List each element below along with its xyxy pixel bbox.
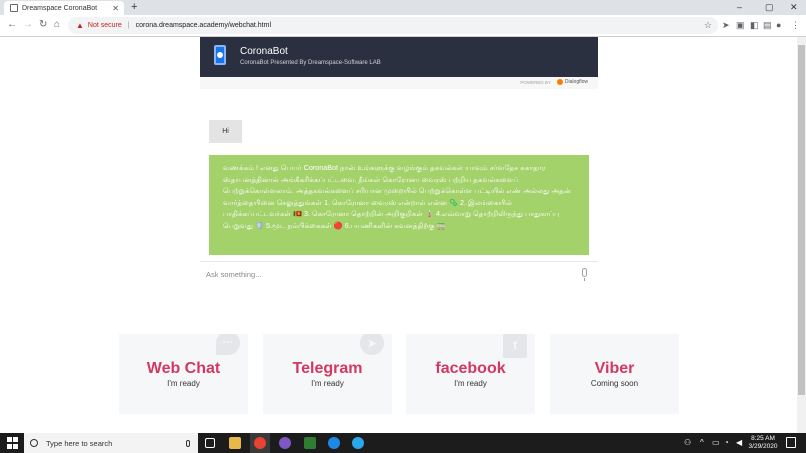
clock-time: 8:25 AM — [751, 435, 775, 442]
taskbar-search-placeholder: Type here to search — [46, 438, 113, 448]
browser-tab[interactable]: Dreamspace CoronaBot ✕ — [4, 1, 124, 15]
channel-card-facebook[interactable]: f facebook I'm ready — [406, 334, 535, 414]
scrollbar-thumb[interactable] — [798, 45, 805, 395]
channel-name: Telegram — [292, 360, 363, 377]
channel-status: Coming soon — [590, 379, 639, 388]
search-icon — [30, 439, 38, 447]
file-explorer-icon[interactable] — [229, 437, 241, 449]
facebook-icon: f — [503, 334, 527, 358]
windows-taskbar: Type here to search ⚇ ^ ▭ ◔ ◀ 8:25 AM 3/… — [0, 433, 806, 453]
extension-grid-icon[interactable]: ▣ — [736, 19, 745, 31]
volume-icon[interactable]: ◀ — [736, 438, 742, 448]
task-view-icon[interactable] — [205, 438, 215, 448]
people-icon[interactable]: ⚇ — [684, 438, 691, 448]
extension-arrow-icon[interactable]: ➤ — [722, 19, 730, 31]
extension-box-icon[interactable]: ◧ — [750, 19, 759, 31]
forward-arrow-icon[interactable]: → — [23, 19, 33, 31]
address-separator: | — [127, 22, 130, 29]
tray-chevron-icon[interactable]: ^ — [700, 438, 704, 448]
microphone-icon[interactable] — [582, 268, 587, 281]
browser-menu-icon[interactable]: ⋮ — [791, 19, 800, 31]
channel-name: Viber — [594, 360, 635, 377]
messenger-icon[interactable] — [279, 437, 291, 449]
close-tab-icon[interactable]: ✕ — [112, 4, 119, 13]
user-message: Hi — [209, 120, 242, 143]
channel-card-telegram[interactable]: ➤ Telegram I'm ready — [263, 334, 392, 414]
chat-bubble-icon: ··· — [216, 334, 240, 355]
powered-by-label: POWERED BY — [520, 79, 551, 85]
channel-name: facebook — [435, 360, 506, 377]
chat-input-row — [200, 261, 598, 285]
profile-avatar-icon[interactable]: ● — [776, 19, 781, 31]
home-icon[interactable]: ⌂ — [54, 19, 60, 31]
powered-by: POWERED BY Dialogflow — [520, 79, 588, 85]
browser-toolbar: ← → ↻ ⌂ ▲ Not secure | corona.dreamspace… — [0, 15, 806, 37]
address-bar[interactable]: ▲ Not secure | corona.dreamspace.academy… — [68, 17, 718, 34]
system-clock[interactable]: 8:25 AM 3/29/2020 — [748, 435, 778, 451]
url-text[interactable]: corona.dreamspace.academy/webchat.html — [136, 22, 271, 29]
back-arrow-icon[interactable]: ← — [7, 19, 17, 31]
telegram-icon[interactable] — [352, 437, 364, 449]
microphone-icon[interactable] — [186, 439, 190, 447]
battery-icon[interactable]: ▭ — [712, 438, 720, 448]
chat-header: CoronaBot CoronaBot Presented By Dreamsp… — [200, 37, 598, 77]
channel-card-web-chat[interactable]: ··· Web Chat I'm ready — [119, 334, 248, 414]
page-favicon-icon — [10, 4, 18, 12]
reload-icon[interactable]: ↻ — [39, 19, 47, 31]
channel-card-viber[interactable]: Viber Coming soon — [550, 334, 679, 414]
close-window-button[interactable]: ✕ — [790, 1, 798, 13]
channel-status: I'm ready — [454, 379, 487, 388]
notification-icon[interactable] — [786, 437, 796, 448]
taskbar-search[interactable]: Type here to search — [24, 433, 198, 453]
powered-by-brand: Dialogflow — [564, 79, 588, 85]
windows-start-icon[interactable] — [7, 437, 19, 449]
new-tab-button[interactable]: + — [131, 1, 137, 14]
chat-input[interactable] — [206, 267, 566, 281]
dialogflow-logo-icon — [556, 79, 563, 85]
chrome-icon[interactable] — [254, 437, 266, 449]
channel-name: Web Chat — [146, 360, 221, 377]
browser-tab-bar: Dreamspace CoronaBot ✕ + – ▢ ✕ — [0, 0, 806, 15]
bot-subtitle: CoronaBot Presented By Dreamspace-Softwa… — [240, 60, 381, 66]
security-status[interactable]: Not secure — [88, 22, 122, 29]
network-icon[interactable]: ◔ — [724, 438, 729, 448]
channel-status: I'm ready — [311, 379, 344, 388]
minimize-button[interactable]: – — [737, 1, 742, 13]
bookmark-star-icon[interactable]: ☆ — [704, 20, 712, 31]
bot-name: CoronaBot — [240, 46, 288, 57]
bot-message: வணக்கம் ! எனது பெயர் CoronaBot நான் உங்க… — [209, 155, 589, 255]
tab-title: Dreamspace CoronaBot — [22, 4, 98, 12]
bot-logo-icon — [214, 45, 226, 65]
telegram-icon: ➤ — [360, 334, 384, 355]
powered-by-bar: POWERED BY Dialogflow — [200, 77, 598, 89]
app-icon[interactable] — [328, 437, 340, 449]
extension-page-icon[interactable]: ▤ — [763, 19, 772, 31]
spreadsheet-icon[interactable] — [304, 437, 316, 449]
channel-status: I'm ready — [167, 379, 200, 388]
maximize-button[interactable]: ▢ — [765, 1, 774, 13]
warning-triangle-icon[interactable]: ▲ — [76, 21, 84, 30]
clock-date: 3/29/2020 — [748, 443, 778, 450]
page-scrollbar[interactable] — [797, 37, 806, 433]
